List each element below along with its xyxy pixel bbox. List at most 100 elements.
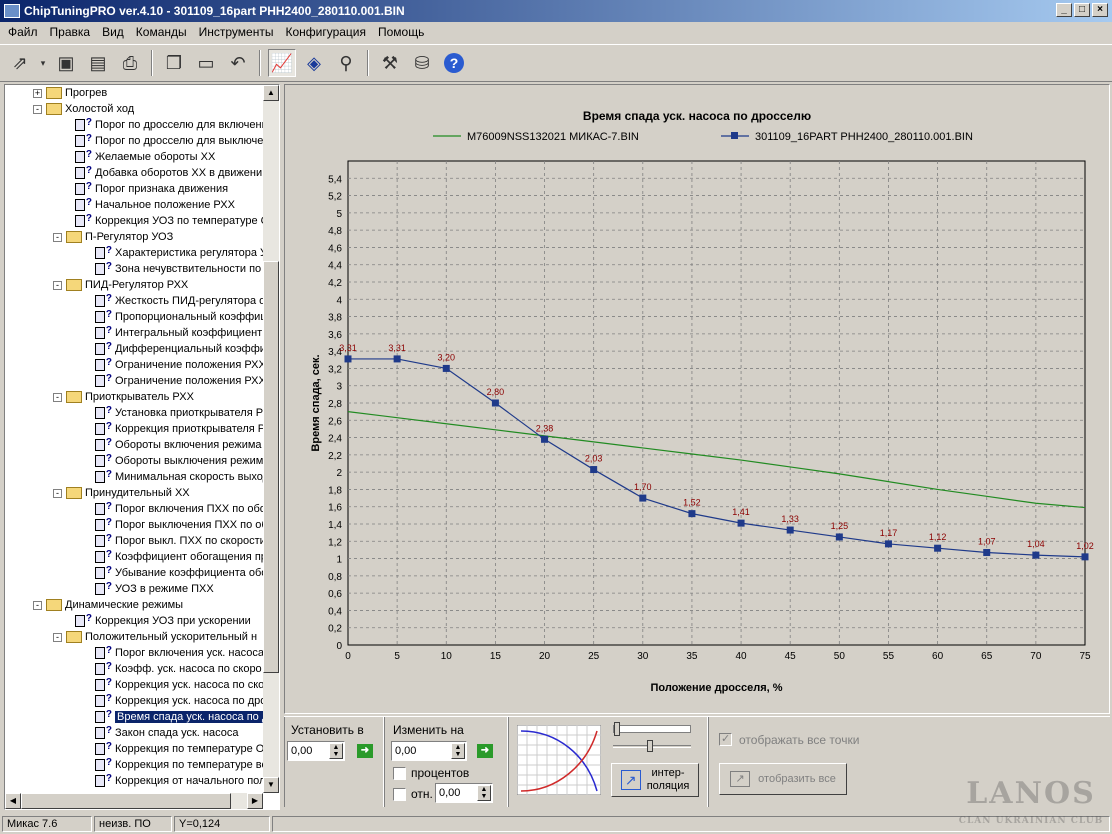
interpolation-button[interactable]: ↗ интер-поляция <box>611 763 699 797</box>
tree-item[interactable]: Порог признака движения <box>75 181 228 197</box>
y-tick-label: 0,2 <box>328 624 342 635</box>
expand-toggle-icon[interactable]: - <box>53 280 62 290</box>
tree-item[interactable]: Убывание коэффициента обо <box>95 565 263 581</box>
tree-item[interactable]: Коррекция УОЗ при ускорении <box>75 613 251 629</box>
tree-vertical-scrollbar[interactable]: ▲ ▼ <box>263 85 279 793</box>
tree-folder[interactable]: + Прогрев <box>33 85 107 101</box>
tree-item[interactable]: Порог по дросселю для включени <box>75 117 263 133</box>
tree-item[interactable]: Коррекция по температуре вс <box>95 757 263 773</box>
scroll-down-button[interactable]: ▼ <box>263 777 279 793</box>
undo-icon[interactable]: ↶ <box>224 49 252 77</box>
tree-horizontal-scrollbar[interactable]: ◀ ▶ <box>5 793 263 809</box>
scroll-thumb[interactable] <box>263 261 279 673</box>
show-all-points-checkbox[interactable]: ✓ <box>719 733 732 746</box>
menu-tools[interactable]: Инструменты <box>193 25 280 39</box>
scroll-up-button[interactable]: ▲ <box>263 85 279 101</box>
tree-item[interactable]: Добавка оборотов ХХ в движени <box>75 165 262 181</box>
tree-folder[interactable]: - Положительный ускорительный н <box>53 629 257 645</box>
tree-item[interactable]: Обороты включения режима п <box>95 437 263 453</box>
tree-folder[interactable]: - Принудительный ХХ <box>53 485 190 501</box>
percent-label: процентов <box>411 766 470 780</box>
save-as-icon[interactable]: ▤ <box>84 49 112 77</box>
tree-folder[interactable]: - Динамические режимы <box>33 597 183 613</box>
maximize-button[interactable]: □ <box>1074 3 1090 17</box>
tree-item[interactable]: Ограничение положения РХХ <box>95 357 263 373</box>
tree-item[interactable]: Порог выкл. ПХХ по скорости <box>95 533 263 549</box>
tree-folder[interactable]: - Приоткрыватель РХХ <box>53 389 194 405</box>
y-tick-label: 4,2 <box>328 278 342 289</box>
hscroll-thumb[interactable] <box>21 793 231 809</box>
tree-item[interactable]: Коэффициент обогащения при <box>95 549 263 565</box>
set-value-field[interactable]: 0,00 ▲ ▼ <box>287 741 345 761</box>
open-icon[interactable]: ⇗ <box>6 49 34 77</box>
tree-item[interactable]: Обороты выключения режима <box>95 453 263 469</box>
apply-set-button[interactable]: ➜ <box>357 744 373 758</box>
tree-item[interactable]: Порог включения ПХХ по обор <box>95 501 263 517</box>
tree-item[interactable]: Время спада уск. насоса по д <box>95 709 263 725</box>
expand-toggle-icon[interactable]: - <box>53 392 62 402</box>
tree-item[interactable]: Коррекция от начального пол <box>95 773 263 789</box>
expand-toggle-icon[interactable]: - <box>53 232 62 242</box>
tree-item[interactable]: Характеристика регулятора У <box>95 245 263 261</box>
tree-item[interactable]: Пропорциональный коэффици <box>95 309 263 325</box>
tree-item[interactable]: Закон спада уск. насоса <box>95 725 238 741</box>
tree-item[interactable]: Установка приоткрывателя Р <box>95 405 263 421</box>
tree-item[interactable]: Желаемые обороты ХХ <box>75 149 215 165</box>
tree-item[interactable]: Коррекция УОЗ по температуре О <box>75 213 263 229</box>
tools-icon[interactable]: ⚒ <box>376 49 404 77</box>
tree-folder[interactable]: - Холостой ход <box>33 101 134 117</box>
expand-toggle-icon[interactable]: - <box>53 488 62 498</box>
change-value-field[interactable]: 0,00 ▲ ▼ <box>391 741 467 761</box>
tree-item[interactable]: Начальное положение РХХ <box>75 197 235 213</box>
percent-checkbox[interactable] <box>393 767 406 780</box>
expand-toggle-icon[interactable]: - <box>53 632 62 642</box>
tree-item[interactable]: Дифференциальный коэффиц <box>95 341 263 357</box>
tree-item[interactable]: Порог включения уск. насоса <box>95 645 263 661</box>
tree-item[interactable]: Жесткость ПИД-регулятора о <box>95 293 263 309</box>
scroll-left-button[interactable]: ◀ <box>5 793 21 809</box>
expand-toggle-icon[interactable]: - <box>33 104 42 114</box>
menu-config[interactable]: Конфигурация <box>279 25 372 39</box>
paste-icon[interactable]: ▭ <box>192 49 220 77</box>
dropdown-arrow-icon[interactable]: ▾ <box>38 49 48 77</box>
tree-item[interactable]: УОЗ в режиме ПХХ <box>95 581 214 597</box>
help-icon[interactable]: ? <box>440 49 468 77</box>
tree-item[interactable]: Минимальная скорость выход <box>95 469 263 485</box>
tree-item[interactable]: Порог по дросселю для выключен <box>75 133 263 149</box>
menu-help[interactable]: Помощь <box>372 25 430 39</box>
slider-2[interactable] <box>613 740 691 752</box>
menu-edit[interactable]: Правка <box>44 25 97 39</box>
expand-toggle-icon[interactable]: - <box>33 600 42 610</box>
tree-folder[interactable]: - ПИД-Регулятор РХХ <box>53 277 188 293</box>
print-icon[interactable]: ⎙ <box>116 49 144 77</box>
tree-item[interactable]: Зона нечувствительности по о <box>95 261 263 277</box>
chart-svg[interactable]: Время спада уск. насоса по дросселю M7600… <box>285 85 1109 713</box>
apply-change-button[interactable]: ➜ <box>477 744 493 758</box>
chart-icon[interactable]: 📈 <box>268 49 296 77</box>
tree-folder[interactable]: - П-Регулятор УОЗ <box>53 229 173 245</box>
close-button[interactable]: × <box>1092 3 1108 17</box>
scroll-right-button[interactable]: ▶ <box>247 793 263 809</box>
tree-item[interactable]: Коррекция уск. насоса по дро <box>95 693 263 709</box>
search-icon[interactable]: ⚲ <box>332 49 360 77</box>
minimize-button[interactable]: _ <box>1056 3 1072 17</box>
menu-file[interactable]: Файл <box>2 25 44 39</box>
menu-commands[interactable]: Команды <box>130 25 193 39</box>
save-icon[interactable]: ▣ <box>52 49 80 77</box>
network-icon[interactable]: ⛁ <box>408 49 436 77</box>
copy-icon[interactable]: ❐ <box>160 49 188 77</box>
tree-item[interactable]: Порог выключения ПХХ по об <box>95 517 263 533</box>
relative-value-field[interactable]: 0,00 ▲ ▼ <box>435 783 493 803</box>
info-icon[interactable]: ◈ <box>300 49 328 77</box>
tree-item[interactable]: Коррекция приоткрывателя Р <box>95 421 263 437</box>
menu-view[interactable]: Вид <box>96 25 130 39</box>
tree-item[interactable]: Интегральный коэффициент р <box>95 325 263 341</box>
tree-item[interactable]: Коэфф. уск. насоса по скоро <box>95 661 262 677</box>
tree-item[interactable]: Коррекция уск. насоса по ско <box>95 677 263 693</box>
slider-1[interactable] <box>613 722 691 736</box>
relative-checkbox[interactable] <box>393 788 406 801</box>
tree-item[interactable]: Ограничение положения РХХ <box>95 373 263 389</box>
show-all-button[interactable]: ↗ отобразить все <box>719 763 847 795</box>
expand-toggle-icon[interactable]: + <box>33 88 42 98</box>
tree-item[interactable]: Коррекция по температуре ОХ <box>95 741 263 757</box>
